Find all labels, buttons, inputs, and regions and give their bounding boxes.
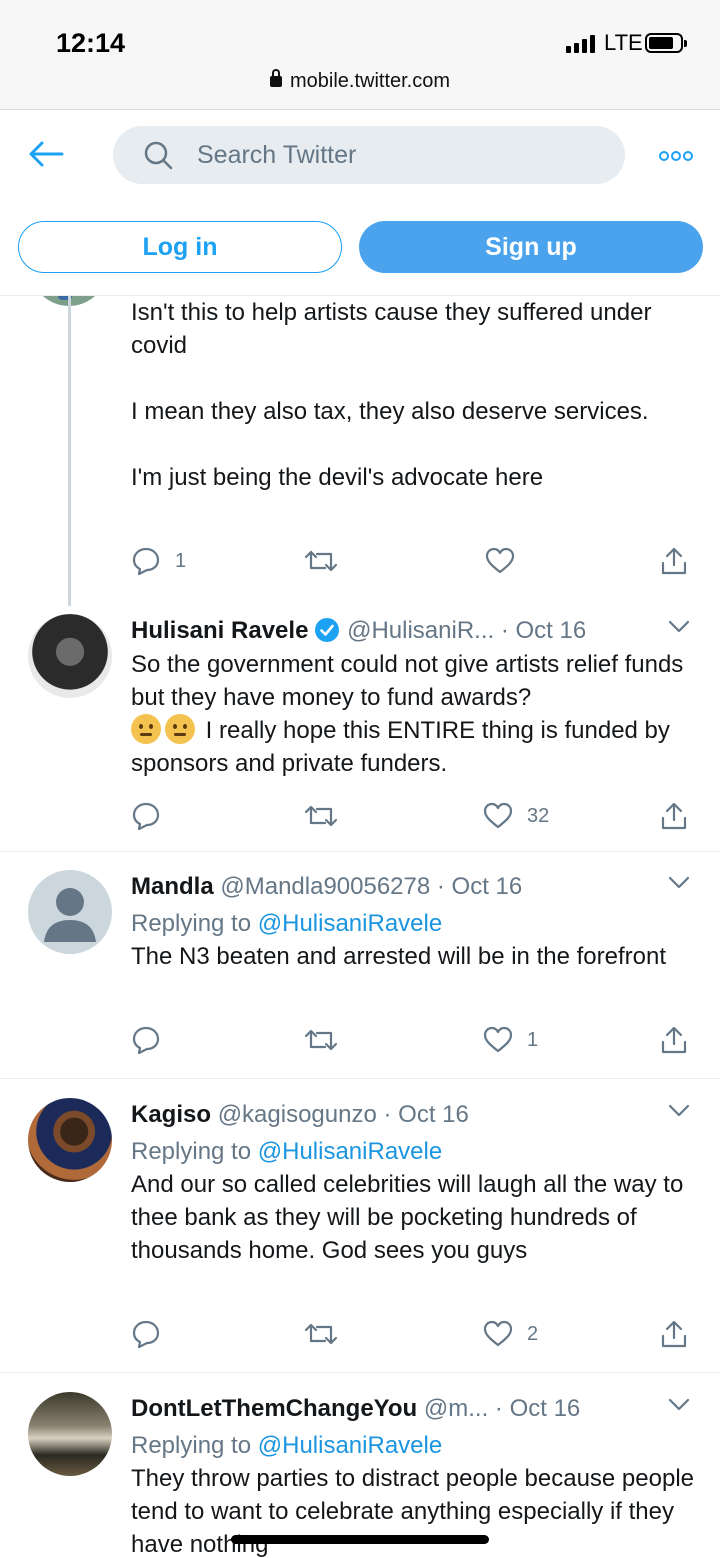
share-icon[interactable]	[659, 546, 689, 576]
avatar[interactable]	[28, 870, 112, 954]
reply-icon[interactable]	[131, 801, 161, 831]
tweet-actions: 2	[131, 1319, 691, 1349]
tweet-actions: 32	[131, 801, 691, 831]
home-indicator[interactable]	[231, 1535, 489, 1544]
tweet-text: The N3 beaten and arrested will be in th…	[131, 943, 666, 970]
avatar[interactable]	[28, 1098, 112, 1182]
battery-icon	[645, 33, 687, 53]
like-count: 32	[527, 804, 550, 827]
divider	[0, 1078, 720, 1079]
handle[interactable]: @m...	[424, 1395, 488, 1422]
reply-icon[interactable]	[131, 1319, 161, 1349]
twitter-header: Search Twitter Log in Sign up	[0, 110, 720, 296]
replying-to: Replying to @HulisaniRavele	[131, 1136, 701, 1168]
verified-badge-icon	[315, 618, 340, 642]
chevron-down-icon[interactable]	[668, 1398, 690, 1412]
tweet-date[interactable]: · Oct 16	[384, 1101, 469, 1128]
handle[interactable]: @kagisogunzo	[218, 1101, 377, 1128]
tweet-actions: 1	[131, 1025, 691, 1055]
like-icon	[483, 1320, 513, 1347]
reply-icon	[132, 547, 160, 576]
display-name[interactable]: Kagiso	[131, 1101, 211, 1128]
tweet-text: So the government could not give artists…	[131, 648, 701, 780]
tweet-actions: 1	[131, 546, 691, 576]
tweet-date[interactable]: · Oct 16	[495, 1395, 580, 1422]
tweet-header: DontLetThemChangeYou @m... · Oct 16	[131, 1392, 701, 1426]
tweet-header: Mandla @Mandla90056278 · Oct 16	[131, 870, 701, 904]
share-icon[interactable]	[659, 801, 689, 831]
reply-button[interactable]: 1	[131, 546, 186, 576]
like-button[interactable]: 2	[483, 1319, 538, 1349]
divider	[0, 1372, 720, 1373]
status-time: 12:14	[56, 28, 126, 58]
like-count: 1	[527, 1028, 539, 1051]
back-arrow-icon[interactable]	[26, 138, 66, 170]
chevron-down-icon[interactable]	[668, 1104, 690, 1118]
tweet-date[interactable]: · Oct 16	[437, 873, 522, 900]
replying-to-link[interactable]: @HulisaniRavele	[258, 910, 442, 937]
tweet-header: Kagiso @kagisogunzo · Oct 16	[131, 1098, 701, 1132]
display-name[interactable]: DontLetThemChangeYou	[131, 1395, 417, 1422]
replying-to: Replying to @HulisaniRavele	[131, 908, 701, 940]
retweet-icon[interactable]	[303, 1319, 339, 1349]
login-button[interactable]: Log in	[18, 221, 342, 273]
share-icon[interactable]	[659, 1319, 689, 1349]
address-bar[interactable]: mobile.twitter.com	[0, 69, 720, 93]
share-icon[interactable]	[659, 1025, 689, 1055]
avatar[interactable]	[28, 614, 112, 698]
search-input[interactable]: Search Twitter	[113, 126, 625, 184]
chevron-down-icon[interactable]	[668, 620, 690, 634]
tweet-header: Hulisani Ravele @HulisaniR... · Oct 16	[131, 614, 701, 648]
avatar[interactable]	[28, 1392, 112, 1476]
replying-to-link[interactable]: @HulisaniRavele	[258, 1432, 442, 1459]
signup-button[interactable]: Sign up	[359, 221, 703, 273]
tweet-text-part: So the government could not give artists…	[131, 651, 690, 711]
like-button[interactable]: 1	[483, 1025, 538, 1055]
tweet-text-part: I really hope this ENTIRE thing is funde…	[131, 717, 677, 777]
url-text: mobile.twitter.com	[289, 70, 451, 92]
replying-to-label: Replying to	[131, 1138, 252, 1165]
tweet-date[interactable]: · Oct 16	[501, 617, 586, 644]
like-button[interactable]: 32	[483, 801, 549, 831]
display-name[interactable]: Mandla	[131, 873, 214, 900]
more-options-icon[interactable]	[658, 150, 694, 162]
like-count: 2	[527, 1322, 539, 1345]
like-icon	[483, 802, 513, 829]
replying-to: Replying to @HulisaniRavele	[131, 1430, 701, 1462]
replying-to-label: Replying to	[131, 910, 252, 937]
like-icon[interactable]	[485, 546, 515, 576]
search-placeholder: Search Twitter	[197, 140, 357, 169]
default-avatar-icon	[44, 888, 96, 942]
reply-count: 1	[175, 549, 187, 572]
tweet-text: Isn't this to help artists cause they su…	[131, 299, 652, 491]
handle[interactable]: @HulisaniR...	[347, 617, 494, 644]
retweet-icon[interactable]	[303, 546, 339, 576]
like-icon	[483, 1026, 513, 1053]
retweet-icon[interactable]	[303, 1025, 339, 1055]
chevron-down-icon[interactable]	[668, 876, 690, 890]
divider	[0, 851, 720, 852]
lock-icon	[269, 69, 282, 87]
retweet-icon[interactable]	[303, 801, 339, 831]
status-bar: 12:14 LTE mobile.twitter.com	[0, 0, 720, 110]
tweet-text: And our so called celebrities will laugh…	[131, 1171, 690, 1264]
replying-to-link[interactable]: @HulisaniRavele	[258, 1138, 442, 1165]
face-with-raised-eyebrow-emoji	[165, 714, 195, 744]
thinking-face-emoji	[131, 714, 161, 744]
replying-to-label: Replying to	[131, 1432, 252, 1459]
search-icon	[144, 141, 173, 170]
signal-icon	[566, 35, 595, 53]
display-name[interactable]: Hulisani Ravele	[131, 617, 308, 644]
tweet-feed[interactable]: Isn't this to help artists cause they su…	[0, 296, 720, 1558]
network-type: LTE	[604, 30, 643, 55]
thread-line	[68, 296, 71, 606]
reply-icon[interactable]	[131, 1025, 161, 1055]
handle[interactable]: @Mandla90056278	[220, 873, 430, 900]
